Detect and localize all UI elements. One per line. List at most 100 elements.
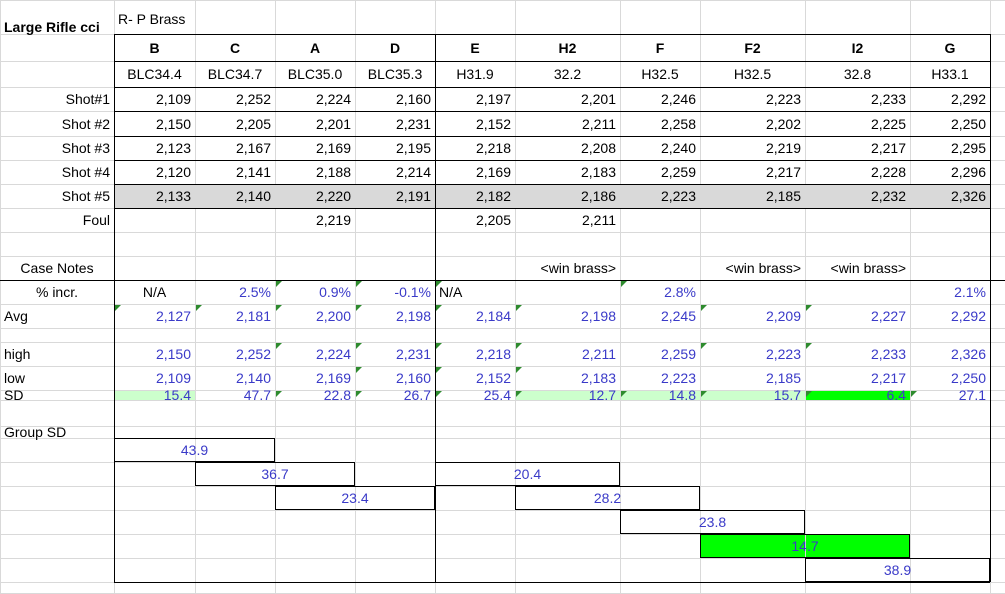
high-value[interactable]: 2,211 xyxy=(515,342,620,366)
column-letter[interactable]: H2 xyxy=(515,34,620,61)
case-note[interactable]: <win brass> xyxy=(805,256,910,280)
pct-incr-value[interactable]: 2.5% xyxy=(195,280,275,304)
pct-incr-value[interactable]: -0.1% xyxy=(355,280,435,304)
high-value[interactable]: 2,252 xyxy=(195,342,275,366)
avg-value[interactable]: 2,200 xyxy=(275,304,355,328)
sd-value[interactable]: 6.4 xyxy=(805,388,910,402)
row-label-shot[interactable]: Shot #3 xyxy=(0,136,114,160)
case-note[interactable] xyxy=(910,256,990,280)
pct-incr-value[interactable]: N/A xyxy=(435,280,515,304)
group-sd-value[interactable]: 36.7 xyxy=(195,462,355,486)
case-note[interactable] xyxy=(195,256,275,280)
sd-value[interactable]: 25.4 xyxy=(435,388,515,402)
avg-value[interactable]: 2,181 xyxy=(195,304,275,328)
avg-value[interactable]: 2,198 xyxy=(355,304,435,328)
foul-value[interactable]: 2,205 xyxy=(435,208,515,232)
case-note[interactable]: <win brass> xyxy=(515,256,620,280)
shot-value[interactable]: 2,140 xyxy=(195,184,275,208)
shot-value[interactable]: 2,233 xyxy=(805,87,910,111)
shot-value[interactable]: 2,201 xyxy=(515,87,620,111)
shot-value[interactable]: 2,109 xyxy=(114,87,195,111)
shot-value[interactable]: 2,133 xyxy=(114,184,195,208)
case-note[interactable] xyxy=(114,256,195,280)
shot-value[interactable]: 2,208 xyxy=(515,136,620,160)
foul-value[interactable] xyxy=(805,208,910,232)
foul-value[interactable] xyxy=(620,208,700,232)
high-value[interactable]: 2,223 xyxy=(700,342,805,366)
sd-value[interactable]: 15.7 xyxy=(700,388,805,402)
foul-value[interactable] xyxy=(910,208,990,232)
shot-value[interactable]: 2,150 xyxy=(114,111,195,136)
foul-value[interactable]: 2,211 xyxy=(515,208,620,232)
column-letter[interactable]: A xyxy=(275,34,355,61)
avg-value[interactable]: 2,198 xyxy=(515,304,620,328)
avg-value[interactable]: 2,184 xyxy=(435,304,515,328)
high-value[interactable]: 2,218 xyxy=(435,342,515,366)
shot-value[interactable]: 2,211 xyxy=(515,111,620,136)
row-label-shot[interactable]: Shot #2 xyxy=(0,111,114,136)
shot-value[interactable]: 2,224 xyxy=(275,87,355,111)
case-note[interactable] xyxy=(435,256,515,280)
shot-value[interactable]: 2,195 xyxy=(355,136,435,160)
shot-value[interactable]: 2,201 xyxy=(275,111,355,136)
group-sd-value[interactable]: 20.4 xyxy=(435,462,620,486)
row-label-group-sd[interactable]: Group SD xyxy=(0,425,114,439)
row-label-case-notes[interactable]: Case Notes xyxy=(0,256,114,280)
sd-value[interactable]: 22.8 xyxy=(275,388,355,402)
row-label-avg[interactable]: Avg xyxy=(0,304,114,328)
shot-value[interactable]: 2,123 xyxy=(114,136,195,160)
shot-value[interactable]: 2,250 xyxy=(910,111,990,136)
column-letter[interactable]: B xyxy=(114,34,195,61)
shot-value[interactable]: 2,296 xyxy=(910,160,990,184)
shot-value[interactable]: 2,205 xyxy=(195,111,275,136)
shot-value[interactable]: 2,217 xyxy=(700,160,805,184)
column-letter[interactable]: G xyxy=(910,34,990,61)
avg-value[interactable]: 2,245 xyxy=(620,304,700,328)
sd-value[interactable]: 14.8 xyxy=(620,388,700,402)
shot-value[interactable]: 2,231 xyxy=(355,111,435,136)
shot-value[interactable]: 2,183 xyxy=(515,160,620,184)
shot-value[interactable]: 2,197 xyxy=(435,87,515,111)
sd-value[interactable]: 47.7 xyxy=(195,388,275,402)
shot-value[interactable]: 2,188 xyxy=(275,160,355,184)
sd-value[interactable]: 26.7 xyxy=(355,388,435,402)
avg-value[interactable]: 2,227 xyxy=(805,304,910,328)
shot-value[interactable]: 2,141 xyxy=(195,160,275,184)
shot-value[interactable]: 2,185 xyxy=(700,184,805,208)
pct-incr-value[interactable]: 2.1% xyxy=(910,280,990,304)
pct-incr-value[interactable] xyxy=(700,280,805,304)
shot-value[interactable]: 2,167 xyxy=(195,136,275,160)
shot-value[interactable]: 2,292 xyxy=(910,87,990,111)
case-note[interactable] xyxy=(620,256,700,280)
shot-value[interactable]: 2,220 xyxy=(275,184,355,208)
foul-value[interactable]: 2,219 xyxy=(275,208,355,232)
shot-value[interactable]: 2,295 xyxy=(910,136,990,160)
column-letter[interactable]: C xyxy=(195,34,275,61)
foul-value[interactable] xyxy=(195,208,275,232)
column-charge[interactable]: BLC35.0 xyxy=(275,61,355,87)
avg-value[interactable]: 2,127 xyxy=(114,304,195,328)
shot-value[interactable]: 2,223 xyxy=(620,184,700,208)
shot-value[interactable]: 2,228 xyxy=(805,160,910,184)
foul-value[interactable] xyxy=(700,208,805,232)
column-charge[interactable]: BLC34.4 xyxy=(114,61,195,87)
case-note[interactable] xyxy=(355,256,435,280)
foul-value[interactable] xyxy=(114,208,195,232)
shot-value[interactable]: 2,232 xyxy=(805,184,910,208)
group-sd-value[interactable]: 43.9 xyxy=(114,438,275,462)
avg-value[interactable]: 2,292 xyxy=(910,304,990,328)
row-label-high[interactable]: high xyxy=(0,342,114,366)
column-letter[interactable]: I2 xyxy=(805,34,910,61)
shot-value[interactable]: 2,152 xyxy=(435,111,515,136)
column-letter[interactable]: D xyxy=(355,34,435,61)
sd-value[interactable]: 27.1 xyxy=(910,388,990,402)
row-label-shot[interactable]: Shot #4 xyxy=(0,160,114,184)
group-sd-value[interactable]: 38.9 xyxy=(805,558,990,582)
pct-incr-value[interactable] xyxy=(805,280,910,304)
group-sd-value[interactable]: 23.8 xyxy=(620,510,805,534)
pct-incr-value[interactable]: 0.9% xyxy=(275,280,355,304)
column-letter[interactable]: E xyxy=(435,34,515,61)
high-value[interactable]: 2,326 xyxy=(910,342,990,366)
high-value[interactable]: 2,233 xyxy=(805,342,910,366)
column-letter[interactable]: F xyxy=(620,34,700,61)
